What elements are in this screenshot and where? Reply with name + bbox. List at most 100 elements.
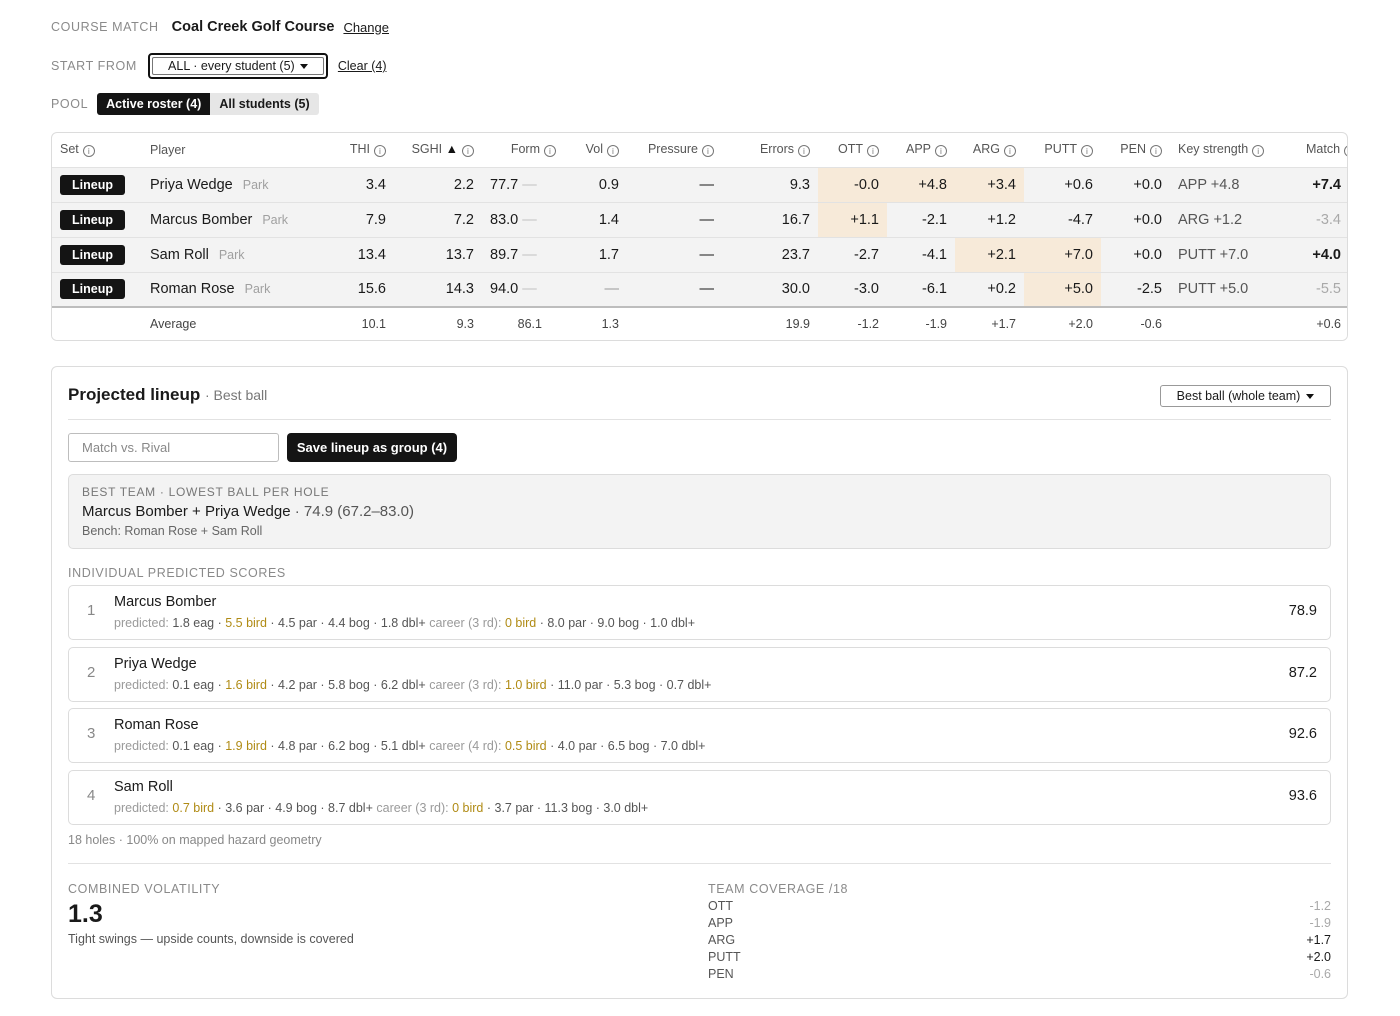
info-icon[interactable]: i <box>1344 145 1347 158</box>
table-row[interactable]: Lineup Roman Rose Park 15.6 14.3 94.0— — … <box>52 271 1347 307</box>
ott-cell: -0.0 <box>818 166 887 202</box>
start-from-label: START FROM <box>51 59 137 73</box>
col-sghi[interactable]: SGHI ▲ i <box>394 133 482 167</box>
trend-dash: — <box>522 281 537 298</box>
predicted-score: 92.6 <box>1288 726 1317 742</box>
table-row[interactable]: Lineup Marcus Bomber Park 7.9 7.2 83.0— 1… <box>52 201 1347 237</box>
col-thi[interactable]: THI i <box>322 133 394 167</box>
col-vol[interactable]: Vol i <box>564 133 627 167</box>
vol-cell: 0.9 <box>564 166 627 202</box>
match-cell: -3.4 <box>1298 201 1347 237</box>
lineup-badge[interactable]: Lineup <box>60 244 125 265</box>
thi-cell: 3.4 <box>322 166 394 202</box>
info-icon[interactable]: i <box>1150 145 1162 158</box>
lineup-badge[interactable]: Lineup <box>60 279 125 300</box>
lineup-badge[interactable]: Lineup <box>60 174 125 195</box>
prediction-breakdown: predicted: 1.8 eag · 5.5 bird · 4.5 par … <box>114 616 696 630</box>
info-icon[interactable]: i <box>544 145 556 158</box>
pen-cell: +0.0 <box>1101 166 1170 202</box>
key-strength-cell: PUTT +5.0 <box>1170 271 1298 307</box>
putt-cell: +5.0 <box>1024 271 1101 307</box>
col-pen[interactable]: PEN i <box>1101 133 1170 167</box>
info-icon[interactable]: i <box>462 145 474 158</box>
arg-cell: +0.2 <box>955 271 1024 307</box>
info-icon[interactable]: i <box>374 145 386 158</box>
table-row[interactable]: Lineup Sam Roll Park 13.4 13.7 89.7— 1.7 … <box>52 236 1347 272</box>
avg-putt: +2.0 <box>1024 306 1101 340</box>
pressure-cell: — <box>627 236 722 272</box>
info-icon[interactable]: i <box>702 145 714 158</box>
info-icon[interactable]: i <box>1252 145 1265 158</box>
table-header-row: Set i Player THI i SGHI ▲ i Form i Vol i Pres… <box>52 133 1347 167</box>
change-course-link[interactable]: Change <box>343 20 389 35</box>
trend-dash: — <box>522 246 537 263</box>
app-cell: -4.1 <box>887 236 955 272</box>
sghi-cell: 13.7 <box>394 236 482 272</box>
player-name: Sam Roll <box>114 779 173 795</box>
clear-button[interactable]: Clear (4) <box>338 59 387 73</box>
best-team-players: Marcus Bomber + Priya Wedge <box>82 503 291 520</box>
sghi-cell: 14.3 <box>394 271 482 307</box>
col-set[interactable]: Set i <box>52 133 142 167</box>
col-pressure[interactable]: Pressure i <box>627 133 722 167</box>
match-name-input[interactable]: Match vs. Rival <box>68 433 279 462</box>
col-match[interactable]: Matchi <box>1298 133 1347 167</box>
lineup-mode-select[interactable]: Best ball (whole team) <box>1160 385 1331 407</box>
errors-cell: 30.0 <box>722 271 818 307</box>
pressure-cell: — <box>627 201 722 237</box>
sghi-cell: 2.2 <box>394 166 482 202</box>
player-name[interactable]: Sam Roll <box>150 247 209 263</box>
errors-cell: 9.3 <box>722 166 818 202</box>
prediction-breakdown: predicted: 0.7 bird · 3.6 par · 4.9 bog … <box>114 801 649 815</box>
pool-option-all-students[interactable]: All students (5) <box>210 93 319 115</box>
info-icon[interactable]: i <box>1081 145 1093 158</box>
info-icon[interactable]: i <box>1004 145 1016 158</box>
prediction-breakdown: predicted: 0.1 eag · 1.9 bird · 4.8 par … <box>114 739 706 753</box>
coverage-row: PUTT +2.0 <box>708 950 1331 964</box>
pool-option-active-roster[interactable]: Active roster (4) <box>97 93 211 115</box>
info-icon[interactable]: i <box>82 145 95 158</box>
rank: 2 <box>87 664 96 681</box>
coverage-row: APP -1.9 <box>708 916 1331 930</box>
player-name[interactable]: Roman Rose <box>150 281 235 297</box>
form-cell: 77.7 <box>490 176 519 193</box>
col-putt[interactable]: PUTT i <box>1024 133 1101 167</box>
col-arg[interactable]: ARG i <box>955 133 1024 167</box>
thi-cell: 13.4 <box>322 236 394 272</box>
pen-cell: +0.0 <box>1101 236 1170 272</box>
player-name[interactable]: Marcus Bomber <box>150 212 252 228</box>
col-player[interactable]: Player <box>142 133 322 167</box>
info-icon[interactable]: i <box>798 145 810 158</box>
coverage-row: OTT -1.2 <box>708 899 1331 913</box>
holes-footnote: 18 holes · 100% on mapped hazard geometr… <box>68 833 322 847</box>
player-name[interactable]: Priya Wedge <box>150 177 233 193</box>
col-ott[interactable]: OTT i <box>818 133 887 167</box>
best-team-panel: BEST TEAM · LOWEST BALL PER HOLE Marcus … <box>68 474 1331 549</box>
lineup-badge[interactable]: Lineup <box>60 209 125 230</box>
ott-cell: +1.1 <box>818 201 887 237</box>
match-cell: +4.0 <box>1298 236 1347 272</box>
table-row[interactable]: Lineup Priya Wedge Park 3.4 2.2 77.7— 0.9… <box>52 166 1347 202</box>
start-from-row: START FROM ALL · every student (5) Clear… <box>51 53 387 79</box>
info-icon[interactable]: i <box>867 145 879 158</box>
col-form[interactable]: Form i <box>482 133 564 167</box>
pressure-cell: — <box>627 166 722 202</box>
app-cell: -6.1 <box>887 271 955 307</box>
individual-scores-label: INDIVIDUAL PREDICTED SCORES <box>68 566 286 580</box>
ott-cell: -3.0 <box>818 271 887 307</box>
col-key-strength[interactable]: Key strength i <box>1170 133 1298 167</box>
errors-cell: 23.7 <box>722 236 818 272</box>
info-icon[interactable]: i <box>607 145 619 158</box>
pool-label: POOL <box>51 97 89 111</box>
coverage-row: PEN -0.6 <box>708 967 1331 981</box>
save-lineup-button[interactable]: Save lineup as group (4) <box>287 433 457 462</box>
form-cell: 89.7 <box>490 246 519 263</box>
projected-lineup-card: Projected lineup · Best ball Best ball (… <box>51 366 1348 999</box>
col-app[interactable]: APP i <box>887 133 955 167</box>
col-errors[interactable]: Errors i <box>722 133 818 167</box>
avg-app: -1.9 <box>887 306 955 340</box>
info-icon[interactable]: i <box>935 145 947 158</box>
rank: 4 <box>87 787 96 804</box>
start-from-select[interactable]: ALL · every student (5) <box>147 53 328 79</box>
key-strength-cell: ARG +1.2 <box>1170 201 1298 237</box>
